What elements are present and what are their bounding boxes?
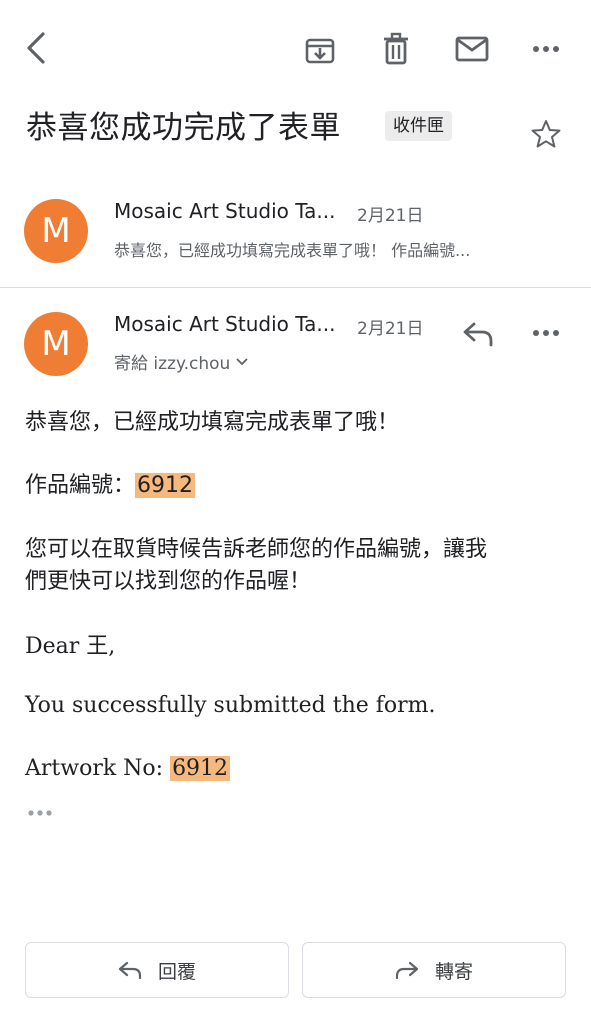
message-date: 2月21日 xyxy=(357,319,424,339)
avatar: M xyxy=(24,199,88,263)
sender-name: Mosaic Art Studio Ta... xyxy=(114,312,336,336)
chevron-down-icon xyxy=(236,357,248,365)
reply-icon xyxy=(463,322,493,347)
ellipsis-icon xyxy=(28,810,52,816)
artwork-number-highlight: 6912 xyxy=(170,756,231,781)
reply-action-button[interactable]: 回覆 xyxy=(25,942,289,998)
artwork-number-highlight: 6912 xyxy=(135,473,196,498)
forward-icon xyxy=(395,961,419,979)
reply-icon xyxy=(118,961,142,979)
sender-name: Mosaic Art Studio Ta... xyxy=(114,199,336,223)
archive-icon xyxy=(305,38,335,64)
message-more-button[interactable] xyxy=(528,318,564,348)
recipient-text: 寄給 izzy.chou xyxy=(114,354,231,374)
mark-unread-button[interactable] xyxy=(450,30,494,68)
show-trimmed-content-button[interactable] xyxy=(24,804,58,822)
message-snippet: 恭喜您，已經成功填寫完成表單了哦！ 作品編號... xyxy=(114,241,471,260)
submission-message: You successfully submitted the form. xyxy=(25,693,436,718)
divider xyxy=(0,287,591,288)
star-icon xyxy=(531,120,561,148)
forward-action-button[interactable]: 轉寄 xyxy=(302,942,566,998)
artwork-label-en: Artwork No: xyxy=(25,756,171,781)
artwork-label: 作品編號： xyxy=(25,473,136,498)
more-icon xyxy=(533,330,559,336)
body-line: 您可以在取貨時候告訴老師您的作品編號，讓我 xyxy=(25,537,488,562)
inbox-label-badge[interactable]: 收件匣 xyxy=(385,111,452,141)
back-button[interactable] xyxy=(18,28,54,68)
avatar: M xyxy=(24,312,88,376)
artwork-number-line-en: Artwork No: 6912 xyxy=(25,756,231,781)
more-options-button[interactable] xyxy=(528,34,564,64)
mail-icon xyxy=(455,36,489,62)
archive-button[interactable] xyxy=(300,30,340,70)
forward-label: 轉寄 xyxy=(434,960,473,983)
trash-icon xyxy=(384,32,408,65)
email-subject: 恭喜您成功完成了表單 xyxy=(26,110,341,146)
message-date: 2月21日 xyxy=(357,206,424,226)
body-line: 們更快可以找到您的作品喔！ xyxy=(25,569,312,594)
reply-button[interactable] xyxy=(458,316,498,352)
more-icon xyxy=(533,46,559,52)
greeting: Dear 王, xyxy=(25,634,116,659)
artwork-number-line-cn: 作品編號：6912 xyxy=(25,467,196,499)
back-arrow-icon xyxy=(27,32,45,64)
star-button[interactable] xyxy=(528,116,564,152)
body-line: 恭喜您，已經成功填寫完成表單了哦！ xyxy=(25,410,400,435)
delete-button[interactable] xyxy=(376,28,416,70)
recipients-toggle[interactable]: 寄給 izzy.chou xyxy=(114,349,248,374)
reply-label: 回覆 xyxy=(157,960,196,983)
